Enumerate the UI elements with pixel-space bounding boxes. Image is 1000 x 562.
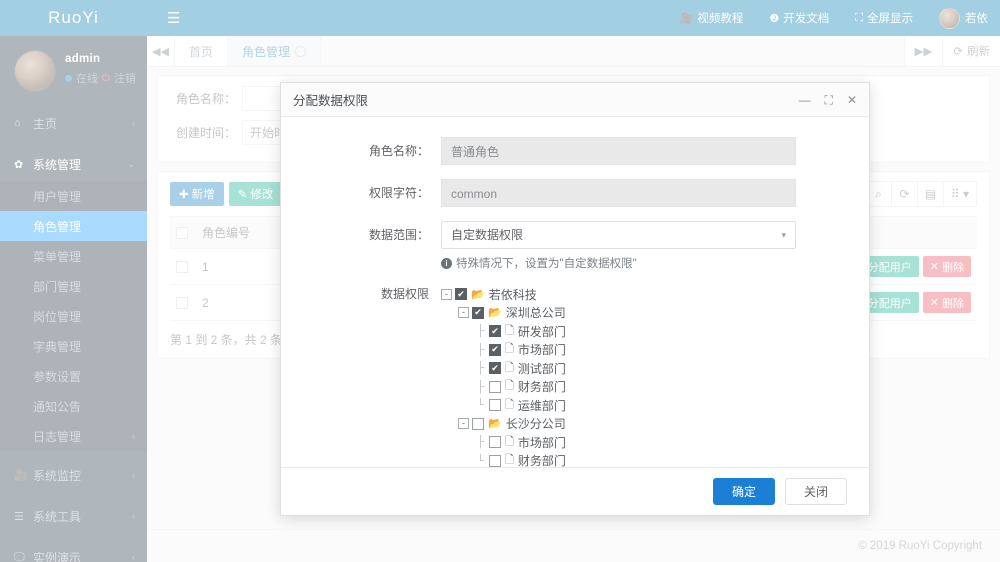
dialog-footer: 确定 关闭 [281, 467, 869, 515]
cancel-button[interactable]: 关闭 [784, 478, 847, 505]
permission-key-input: common [441, 179, 796, 207]
file-icon: 🗋 [505, 435, 514, 448]
tree-node[interactable]: ├ ✔ 🗋 研发部门 [441, 322, 796, 341]
confirm-button[interactable]: 确定 [712, 478, 775, 505]
tree-node-label: 市场部门 [517, 435, 566, 450]
tree-connector-line: ├ [476, 343, 485, 356]
close-icon[interactable]: ✕ [847, 94, 857, 106]
tree-node[interactable]: ├ 🗋 市场部门 [441, 433, 796, 452]
tree-node-label: 研发部门 [517, 324, 566, 339]
tree-connector-line: └ [476, 399, 485, 412]
file-icon: 🗋 [505, 398, 514, 411]
field-row-permission-key: 权限字符： common [281, 179, 869, 207]
tree-node-label: 市场部门 [517, 343, 566, 358]
field-row-data-permission-tree: 数据权限 - ✔ 📂 若依科技 - ✔ 📂 深圳总公司 ├ ✔ 🗋 研发部门 ├ ✔ 🗋 市场部门 ├ ✔ 🗋 测试部… [281, 285, 869, 470]
maximize-icon[interactable]: ⛶ [825, 94, 833, 106]
tree-node-label: 测试部门 [517, 361, 566, 376]
tree-node-label: 深圳总公司 [505, 306, 566, 321]
chevron-down-icon: ▾ [781, 230, 786, 240]
dialog-body: 角色名称： 普通角色 权限字符： common 数据范围： 自定数据权限 ▾ i… [281, 117, 869, 483]
tree-node[interactable]: ├ ✔ 🗋 市场部门 [441, 341, 796, 360]
tree-collapse-icon[interactable]: - [458, 307, 469, 319]
data-scope-select[interactable]: 自定数据权限 ▾ [441, 221, 796, 249]
tree-node-label: 运维部门 [517, 398, 566, 413]
field-label: 数据范围： [368, 228, 429, 242]
tree-node-checkbox[interactable]: ✔ [455, 288, 467, 301]
info-icon: i [441, 257, 452, 269]
tree-node[interactable]: ├ ✔ 🗋 测试部门 [441, 359, 796, 378]
tree-collapse-icon[interactable]: - [441, 288, 452, 300]
data-scope-selected-value: 自定数据权限 [451, 228, 524, 242]
dialog-title: 分配数据权限 [293, 94, 369, 108]
tree-connector-line: ├ [476, 436, 485, 449]
field-row-data-scope: 数据范围： 自定数据权限 ▾ i 特殊情况下，设置为"自定数据权限" [281, 221, 869, 271]
tree-connector-line: ├ [476, 362, 485, 375]
folder-open-icon: 📂 [488, 307, 502, 320]
hint-label: 特殊情况下，设置为"自定数据权限" [456, 258, 637, 270]
assign-data-permission-dialog: 分配数据权限 — ⛶ ✕ 角色名称： 普通角色 权限字符： common 数据范… [280, 82, 870, 516]
folder-open-icon: 📂 [488, 418, 502, 431]
tree-node-checkbox[interactable] [489, 454, 501, 467]
dialog-controls: — ⛶ ✕ [799, 94, 857, 106]
tree-node-checkbox[interactable]: ✔ [489, 362, 501, 375]
role-name-input: 普通角色 [441, 137, 796, 165]
tree-node-checkbox[interactable]: ✔ [472, 306, 484, 319]
field-row-role-name: 角色名称： 普通角色 [281, 137, 869, 165]
file-icon: 🗋 [505, 380, 514, 393]
tree-node-label: 长沙分公司 [505, 417, 566, 432]
tree-node-checkbox[interactable] [489, 399, 501, 412]
tree-node-checkbox[interactable] [472, 417, 484, 430]
field-label: 权限字符： [368, 186, 429, 200]
tree-collapse-icon[interactable]: - [458, 418, 469, 430]
file-icon: 🗋 [505, 343, 514, 356]
field-label: 数据权限 [380, 287, 429, 301]
tree-connector-line: ├ [476, 380, 485, 393]
tree-node-label: 若依科技 [488, 287, 537, 302]
tree-node[interactable]: - ✔ 📂 深圳总公司 [441, 304, 796, 323]
tree-node-checkbox[interactable] [489, 436, 501, 449]
tree-node-checkbox[interactable] [489, 380, 501, 393]
file-icon: 🗋 [505, 324, 514, 337]
file-icon: 🗋 [505, 361, 514, 374]
dialog-header: 分配数据权限 — ⛶ ✕ [281, 83, 869, 117]
minimize-icon[interactable]: — [799, 94, 811, 106]
tree-node[interactable]: ├ 🗋 财务部门 [441, 378, 796, 397]
tree-node[interactable]: - 📂 长沙分公司 [441, 415, 796, 434]
tree-connector-line: ├ [476, 325, 485, 338]
data-scope-hint: i 特殊情况下，设置为"自定数据权限" [441, 255, 796, 271]
tree-node-checkbox[interactable]: ✔ [489, 343, 501, 356]
folder-open-icon: 📂 [471, 288, 485, 301]
field-label: 角色名称： [368, 144, 429, 158]
app-root: RuoYi admin 在线 ⏻ 注销 ⌂ 主页 ‹ [0, 0, 1000, 562]
tree-node[interactable]: └ 🗋 运维部门 [441, 396, 796, 415]
tree-node-checkbox[interactable]: ✔ [489, 325, 501, 338]
tree-node-label: 财务部门 [517, 380, 566, 395]
tree-connector-line: └ [476, 454, 485, 467]
tree-node[interactable]: - ✔ 📂 若依科技 [441, 285, 796, 304]
data-permission-tree: - ✔ 📂 若依科技 - ✔ 📂 深圳总公司 ├ ✔ 🗋 研发部门 ├ ✔ 🗋 市场部门 ├ ✔ 🗋 测试部门 ├ 🗋 财务… [441, 285, 796, 470]
